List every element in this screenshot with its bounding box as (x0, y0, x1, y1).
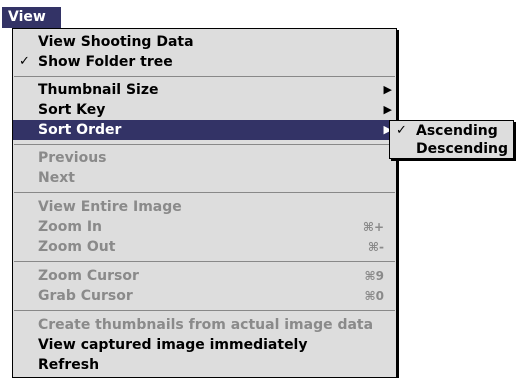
menu-item-label: View captured image immediately (38, 337, 308, 353)
menu-item-label: Refresh (38, 357, 100, 373)
menu-item-view-entire-image: View Entire Image (13, 197, 396, 217)
menu-item-label: View Shooting Data (38, 34, 194, 50)
submenu-item-descending[interactable]: Descending (390, 140, 513, 158)
menu-item-label: Zoom Out (38, 239, 116, 255)
sort-order-submenu: ✓ Ascending Descending (389, 120, 514, 159)
menu-item-label: Grab Cursor (38, 288, 133, 304)
menu-item-label: Next (38, 170, 75, 186)
menu-separator (14, 192, 395, 193)
menu-item-view-captured-image[interactable]: View captured image immediately (13, 335, 396, 355)
menu-item-label: Sort Order (38, 122, 122, 138)
menu-separator (14, 261, 395, 262)
menu-item-label: Previous (38, 150, 107, 166)
submenu-arrow-icon: ▶ (383, 103, 392, 116)
checkmark-icon: ✓ (19, 54, 30, 69)
submenu-item-label: Ascending (416, 123, 498, 139)
menu-item-previous: Previous (13, 148, 396, 168)
menu-item-thumbnail-size[interactable]: Thumbnail Size ▶ (13, 80, 396, 100)
menu-item-next: Next (13, 168, 396, 188)
shortcut-label: ⌘+ (362, 220, 384, 234)
submenu-item-ascending[interactable]: ✓ Ascending (390, 122, 513, 140)
menu-item-label: Thumbnail Size (38, 82, 159, 98)
submenu-item-label: Descending (416, 141, 509, 157)
submenu-arrow-icon: ▶ (383, 83, 392, 96)
menu-item-label: Create thumbnails from actual image data (38, 317, 374, 333)
menu-item-label: Sort Key (38, 102, 106, 118)
menu-item-zoom-cursor: Zoom Cursor ⌘9 (13, 266, 396, 286)
view-menu-dropdown: View Shooting Data ✓ Show Folder tree Th… (12, 28, 397, 378)
menu-item-label: View Entire Image (38, 199, 182, 215)
menu-item-grab-cursor: Grab Cursor ⌘0 (13, 286, 396, 306)
menu-item-sort-order[interactable]: Sort Order ▶ (13, 120, 396, 140)
menu-item-create-thumbnails: Create thumbnails from actual image data (13, 315, 396, 335)
menu-item-zoom-out: Zoom Out ⌘- (13, 237, 396, 257)
menu-separator (14, 76, 395, 77)
menu-item-label: Show Folder tree (38, 54, 173, 70)
shortcut-label: ⌘- (367, 240, 384, 254)
menu-item-label: Zoom In (38, 219, 103, 235)
shortcut-label: ⌘9 (364, 269, 384, 283)
menu-separator (14, 144, 395, 145)
menu-separator (14, 310, 395, 311)
checkmark-icon: ✓ (396, 123, 407, 138)
shortcut-label: ⌘0 (364, 289, 384, 303)
menu-item-zoom-in: Zoom In ⌘+ (13, 217, 396, 237)
menu-item-show-folder-tree[interactable]: ✓ Show Folder tree (13, 52, 396, 72)
view-menu-title[interactable]: View (2, 7, 61, 28)
menu-item-sort-key[interactable]: Sort Key ▶ (13, 100, 396, 120)
menu-item-label: Zoom Cursor (38, 268, 139, 284)
menu-item-view-shooting-data[interactable]: View Shooting Data (13, 32, 396, 52)
menu-item-refresh[interactable]: Refresh (13, 355, 396, 375)
